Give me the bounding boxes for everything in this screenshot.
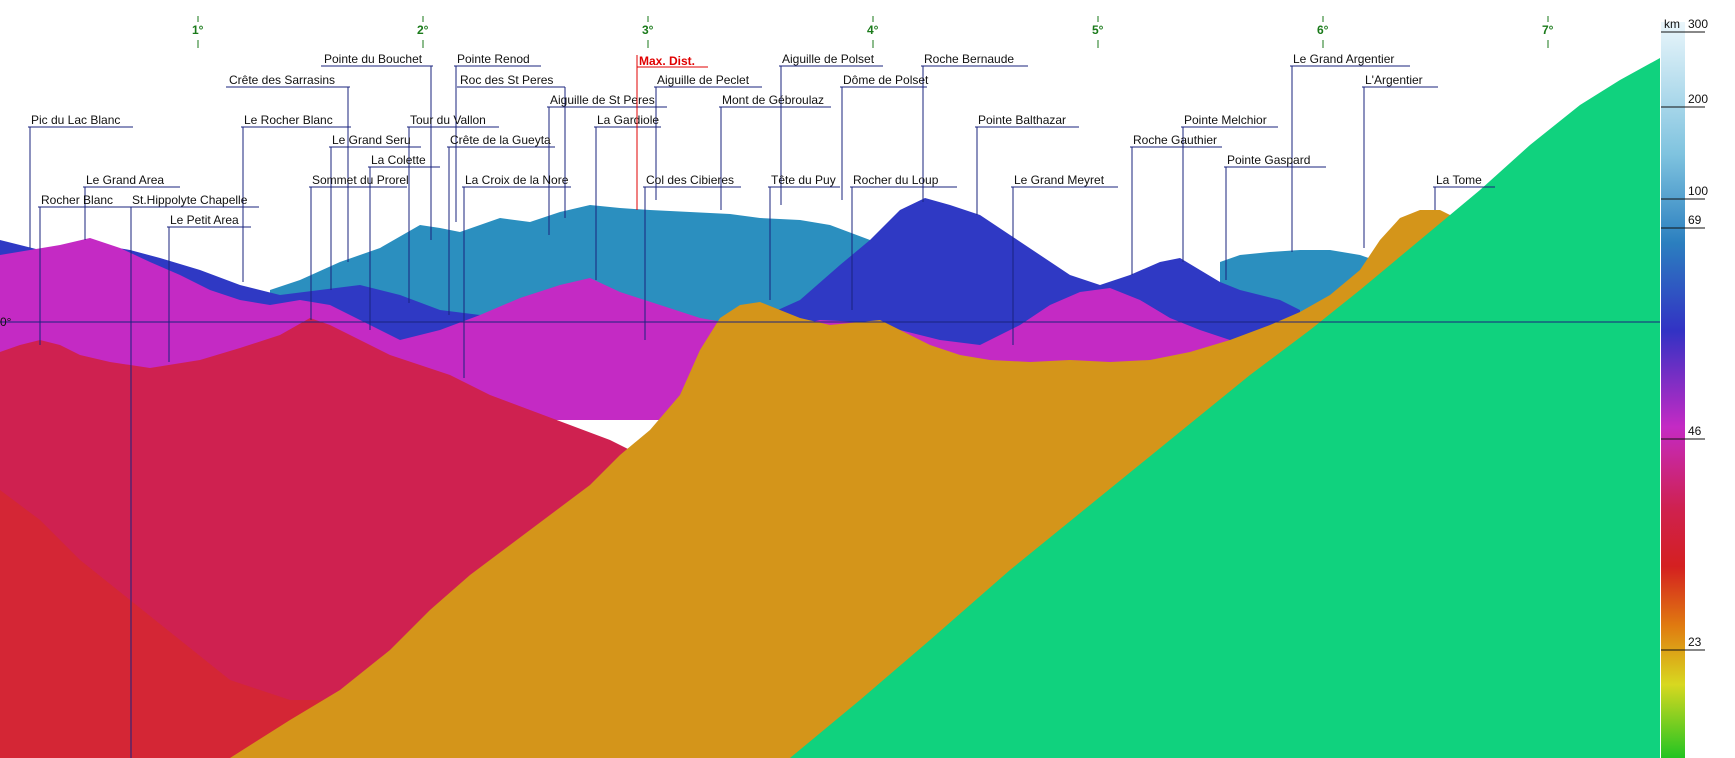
azimuth-tick-label: 2° [417,23,429,37]
azimuth-tick-label: 5° [1092,23,1104,37]
peak-label-text: Pointe Renod [457,52,530,66]
peak-label-text: Roche Bernaude [924,52,1014,66]
peak-label-text: Col des Cibieres [646,173,734,187]
peak-label-text: Tête du Puy [771,173,836,187]
azimuth-tick-label: 4° [867,23,879,37]
panorama-view[interactable]: 0° 1° 2° 3° 4° 5° 6° 7° Pic du Lac Blanc Crête … [0,0,1735,758]
peak-label-text: Le Grand Argentier [1293,52,1394,66]
distance-scale-label: 200 [1688,92,1708,106]
peak-label-text: La Croix de la Nore [465,173,569,187]
azimuth-tick-label: 6° [1317,23,1329,37]
distance-scale-label: 23 [1688,635,1702,649]
peak-label-text: Rocher Blanc [41,193,113,207]
peak-label-text: Le Grand Area [86,173,164,187]
azimuth-tick-label: 3° [642,23,654,37]
peak-label-text: Roc des St Peres [460,73,553,87]
peak-label-text: Pointe Melchior [1184,113,1267,127]
max-distance-label: Max. Dist. [639,54,695,68]
distance-scale-bar [1661,22,1685,758]
peak-label-text: La Tome [1436,173,1482,187]
peak-label-text: Dôme de Polset [843,73,929,87]
peak-label-text: Aiguille de Polset [782,52,875,66]
peak-label-text: Pointe Balthazar [978,113,1066,127]
peak-label-text: Aiguille de St Peres [550,93,655,107]
azimuth-tick-label: 1° [192,23,204,37]
peak-label-text: Pointe du Bouchet [324,52,423,66]
peak-label-text: Aiguille de Peclet [657,73,750,87]
distance-scale: km 300 200 100 69 46 23 [1661,17,1708,758]
peak-label-text: Pointe Gaspard [1227,153,1310,167]
peak-label-text: Roche Gauthier [1133,133,1217,147]
peak-label-text: Sommet du Prorel [312,173,409,187]
azimuth-tick-label: 7° [1542,23,1554,37]
peak-label-text: Crête de la Gueyta [450,133,551,147]
peak-label-text: Le Rocher Blanc [244,113,333,127]
peak-label-text: L'Argentier [1365,73,1423,87]
horizon-marker: 0° [0,315,12,329]
peak-label-text: La Gardiole [597,113,659,127]
peak-label-text: Le Petit Area [170,213,239,227]
peak-label-text: Crête des Sarrasins [229,73,335,87]
distance-scale-label: 46 [1688,424,1702,438]
peak-label-text: Le Grand Seru [332,133,411,147]
distance-scale-label: 69 [1688,213,1702,227]
distance-scale-label: 300 [1688,17,1708,31]
distance-scale-label: 100 [1688,184,1708,198]
peak-label-text: Pic du Lac Blanc [31,113,120,127]
peak-label-text: Le Grand Meyret [1014,173,1105,187]
peak-label-text: La Colette [371,153,426,167]
distance-scale-unit: km [1664,17,1680,31]
peak-label-text: Rocher du Loup [853,173,939,187]
peak-label-text: Mont de Gébroulaz [722,93,824,107]
peak-label-text: St.Hippolyte Chapelle [132,193,248,207]
peak-label-text: Tour du Vallon [410,113,486,127]
